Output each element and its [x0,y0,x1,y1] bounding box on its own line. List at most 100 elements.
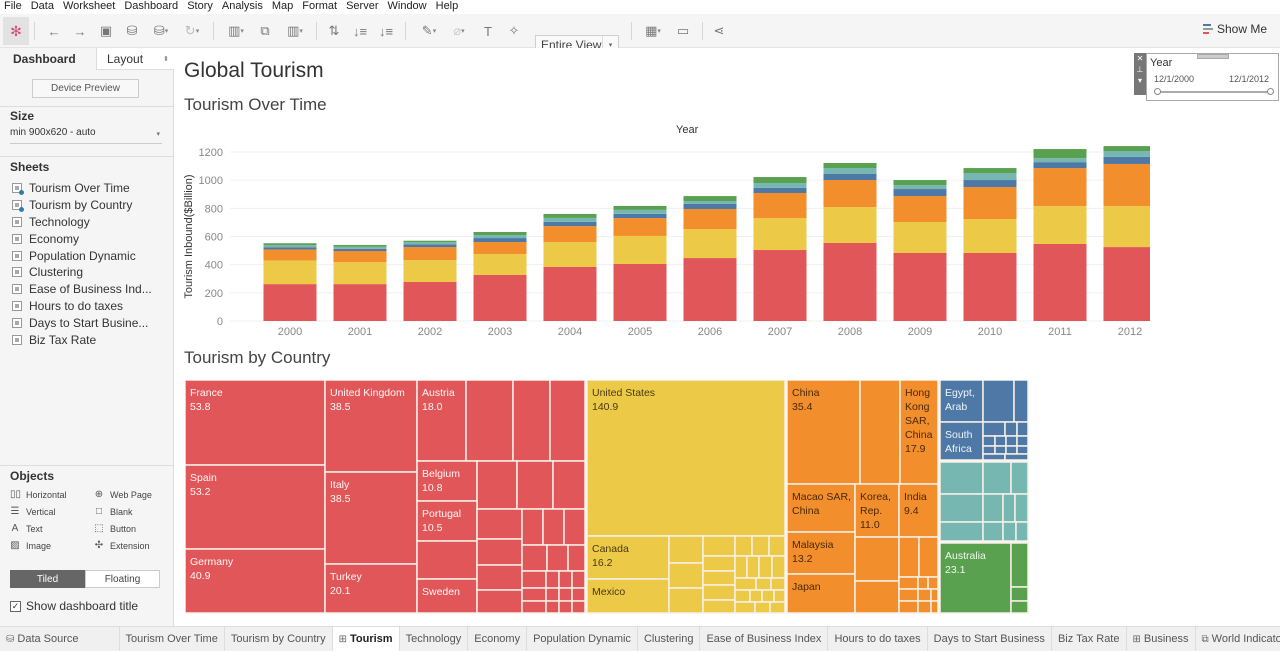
bar-segment-other[interactable] [263,245,317,248]
bar-segment-middle-east-africa[interactable] [263,247,317,250]
sheet-tab-clustering[interactable]: Clustering [638,627,701,651]
size-select[interactable]: min 900x620 - auto ▾ [10,127,162,144]
treemap-cell[interactable] [994,445,1007,455]
treemap-cell[interactable] [939,461,984,495]
bar-segment-other[interactable] [1103,151,1151,157]
bar-segment-oceania[interactable] [683,196,737,202]
treemap-cell[interactable] [939,521,984,542]
object-extension[interactable]: ✣ Extension [94,540,150,551]
bar-segment-other[interactable] [613,209,667,214]
treemap-cell[interactable] [476,508,523,540]
treemap-cell[interactable] [898,536,920,578]
treemap-cell[interactable] [1015,521,1029,542]
treemap-cell[interactable] [476,460,518,510]
treemap-cell[interactable] [545,587,560,602]
bar-segment-europe[interactable] [753,250,807,321]
bar-segment-europe[interactable] [963,252,1017,321]
treemap-cell[interactable] [751,535,770,557]
treemap-cell[interactable] [521,570,547,589]
bar-segment-middle-east-africa[interactable] [823,173,877,181]
treemap-cell[interactable] [545,600,560,614]
treemap-cell[interactable] [558,600,573,614]
sheet-tab-world-indicator[interactable]: ⧉ World Indicator [1196,627,1280,651]
chevron-down-icon[interactable]: ▾ [1138,76,1142,85]
bar-segment-oceania[interactable] [963,168,1017,173]
undo-icon[interactable]: ← [46,21,62,41]
bar-segment-oceania[interactable] [403,240,457,243]
sheet-list-item[interactable]: Tourism Over Time [12,180,152,197]
treemap-cell[interactable] [558,570,573,589]
treemap-cell[interactable] [1010,600,1029,614]
treemap-cell[interactable] [1004,421,1018,437]
bar-segment-middle-east-africa[interactable] [1033,162,1087,169]
sheet-list-item[interactable]: Ease of Business Ind... [12,281,152,298]
treemap-cell[interactable] [1016,445,1029,455]
treemap-cell[interactable] [476,589,523,614]
bar-segment-other[interactable] [1033,158,1087,163]
menu-analysis[interactable]: Analysis [218,0,268,14]
treemap-cell[interactable] [516,460,554,510]
sheet-tab-hours-to-do-taxes[interactable]: Hours to do taxes [828,627,928,651]
treemap-cell[interactable] [1004,453,1029,461]
sort-descending-icon[interactable]: ↓≡ [378,21,394,41]
object-button[interactable]: ⬚ Button [94,523,136,534]
bar-segment-other[interactable] [333,246,387,249]
bar-segment-oceania[interactable] [263,243,317,246]
treemap-cell[interactable] [930,600,939,614]
bar-segment-europe[interactable] [1103,247,1151,321]
treemap-cell[interactable] [521,544,548,572]
bar-segment-middle-east-africa[interactable] [753,187,807,193]
bar-segment-other[interactable] [403,242,457,245]
treemap-cell[interactable] [567,544,586,572]
show-me-button[interactable]: Show Me [1203,22,1267,36]
tiled-button[interactable]: Tiled [10,570,85,588]
bar-segment-europe[interactable] [823,242,877,321]
treemap-cell[interactable] [702,535,736,557]
treemap-cell[interactable] [734,589,751,603]
menu-worksheet[interactable]: Worksheet [59,0,120,14]
bar-segment-americas[interactable] [543,241,597,267]
bar-segment-americas[interactable] [963,219,1017,253]
bar-segment-other[interactable] [823,168,877,174]
menu-format[interactable]: Format [298,0,342,14]
checkbox-checked-icon[interactable]: ✓ [10,600,21,612]
treemap-cell[interactable] [854,580,900,614]
object-vertical[interactable]: ☰ Vertical [10,506,56,517]
treemap-cell[interactable] [734,535,753,557]
treemap-cell[interactable] [1013,380,1029,423]
sheet-tab-biz-tax-rate[interactable]: Biz Tax Rate [1052,627,1127,651]
bar-segment-asia[interactable] [893,196,947,222]
bar-segment-europe[interactable] [473,274,527,321]
share-icon[interactable]: ⋖ [711,21,727,41]
treemap-cell[interactable] [552,460,586,510]
sheet-list-item[interactable]: Technology [12,214,152,231]
treemap-cell[interactable] [917,588,932,602]
treemap-cell[interactable] [571,587,586,602]
bar-segment-other[interactable] [753,182,807,188]
treemap-cell[interactable] [1010,586,1029,602]
close-icon[interactable]: ✕ [1137,54,1144,63]
bar-segment-americas[interactable] [753,218,807,251]
tab-layout[interactable]: Layout ⬍ [96,48,174,70]
treemap-cell[interactable] [549,380,586,462]
treemap-cell[interactable] [512,380,551,462]
treemap-cell[interactable] [416,540,478,580]
treemap-cell[interactable] [786,573,856,614]
treemap-cell[interactable] [917,600,932,614]
treemap-cell[interactable] [898,576,919,590]
sheet-tab-days-to-start-business[interactable]: Days to Start Business [928,627,1052,651]
sheet-tab-economy[interactable]: Economy [468,627,528,651]
sheet-list-item[interactable]: Hours to do taxes [12,298,152,315]
bar-segment-oceania[interactable] [1103,146,1151,152]
sheet-list-item[interactable]: Days to Start Busine... [12,314,152,331]
bar-segment-oceania[interactable] [333,244,387,247]
bar-segment-other[interactable] [543,217,597,222]
bar-segment-oceania[interactable] [823,162,877,169]
bar-segment-asia[interactable] [753,192,807,219]
bar-segment-europe[interactable] [893,252,947,321]
show-cards-icon[interactable]: ▦ ▾ [640,21,666,41]
treemap-cell[interactable] [521,508,544,546]
new-worksheet-icon[interactable]: ▥ ▾ [224,21,248,41]
treemap-cell[interactable] [769,601,786,614]
bar-segment-middle-east-africa[interactable] [683,203,737,210]
